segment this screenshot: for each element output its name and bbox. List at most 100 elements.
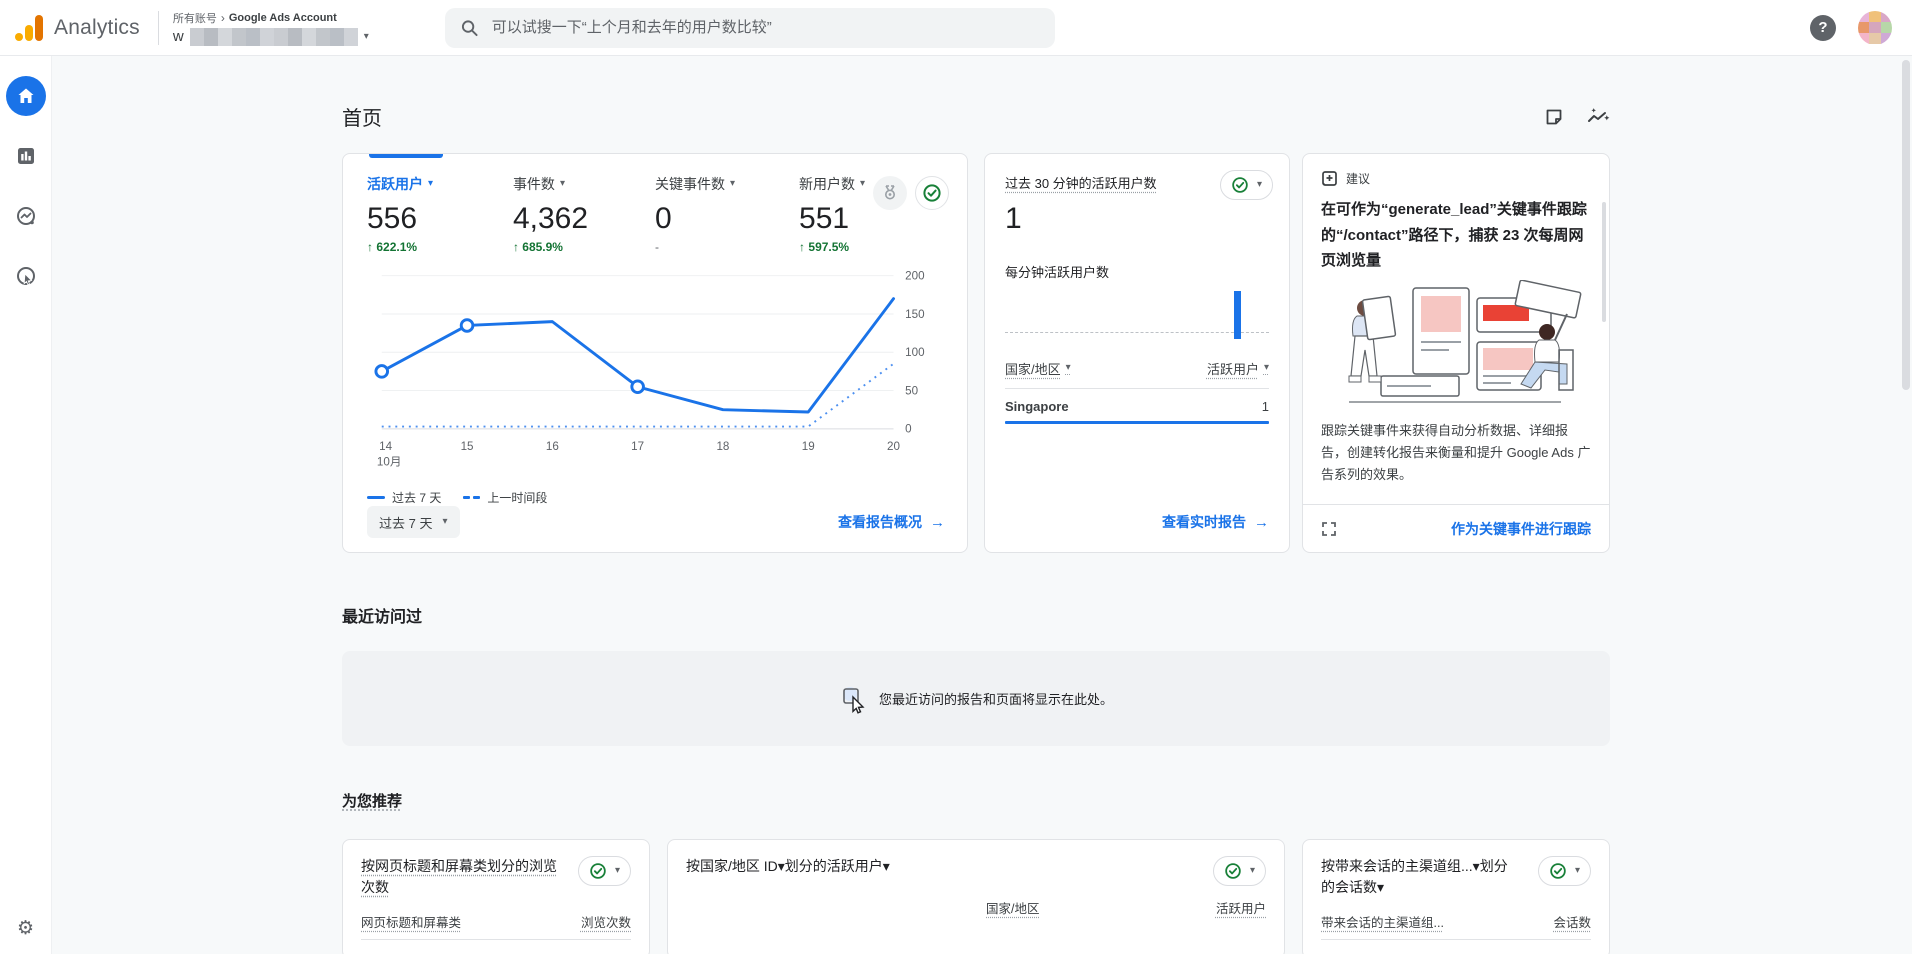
suggestion-illustration (1321, 280, 1589, 412)
suggestion-card: 建议 在可作为“generate_lead”关键事件跟踪的“/contact”路… (1302, 153, 1610, 553)
page-scrollbar[interactable] (1900, 56, 1912, 954)
page-scrollbar-thumb[interactable] (1902, 60, 1910, 390)
arrow-right-icon: → (930, 514, 945, 531)
sidebar-item-advertising[interactable] (6, 256, 46, 296)
realtime-title: 过去 30 分钟的活跃用户数 (1005, 174, 1190, 194)
note-button[interactable] (1544, 107, 1564, 127)
metric-selector-events[interactable]: 事件数 ▾ (513, 174, 655, 194)
sidebar-item-admin[interactable]: ⚙ (17, 917, 34, 940)
data-quality-button[interactable] (915, 176, 949, 210)
sidebar-item-reports[interactable] (6, 136, 46, 176)
property-dropdown-icon: ▾ (364, 32, 369, 42)
dropdown-arrow-icon: ▾ (1575, 866, 1580, 876)
card-title[interactable]: 按带来会话的主渠道组...▾划分的会话数▾ (1321, 856, 1521, 898)
breadcrumb[interactable]: 所有账号 › Google Ads Account (173, 10, 369, 26)
dropdown-arrow-icon: ▾ (615, 866, 620, 876)
card-title: 按网页标题和屏幕类划分的浏览次数 (361, 856, 561, 898)
metric-label: 事件数 (513, 174, 555, 194)
divider (1005, 388, 1269, 389)
metric-value: 4,362 (513, 202, 655, 236)
sidebar-item-explore[interactable] (6, 196, 46, 236)
recommended-section-title: 为您推荐 (342, 790, 402, 811)
gear-icon: ⚙ (17, 918, 34, 939)
divider (1321, 939, 1591, 940)
realtime-dimension-selector[interactable]: 国家/地区▾ (1005, 359, 1071, 378)
metric-delta: ↑ 597.5% (799, 240, 945, 254)
column-header: 国家/地区 (986, 898, 1039, 917)
card-scrollbar-thumb[interactable] (1602, 202, 1606, 322)
metric-label: 新用户数 (799, 174, 855, 194)
data-quality-button[interactable]: ▾ (1213, 856, 1266, 886)
metric-delta: - (655, 240, 799, 254)
arrow-right-icon: → (1254, 514, 1269, 531)
top-app-bar: Analytics 所有账号 › Google Ads Account w ▾ … (0, 0, 1912, 56)
date-range-selector[interactable]: 过去 7 天 ▾ (367, 506, 460, 538)
column-header: 带来会话的主渠道组... (1321, 912, 1444, 931)
data-quality-button[interactable]: ▾ (578, 856, 631, 886)
svg-text:18: 18 (716, 440, 729, 453)
check-circle-icon (589, 862, 607, 880)
svg-text:50: 50 (905, 384, 918, 397)
dropdown-arrow-icon: ▾ (428, 179, 433, 189)
dropdown-arrow-icon: ▾ (730, 179, 735, 189)
benchmarking-button[interactable] (873, 176, 907, 210)
metric-selector-key-events[interactable]: 关键事件数 ▾ (655, 174, 799, 194)
svg-text:17: 17 (631, 440, 644, 453)
cursor-click-icon (839, 684, 869, 714)
advertising-icon (15, 265, 37, 287)
date-range-label: 过去 7 天 (379, 513, 432, 532)
insights-button[interactable] (1586, 107, 1610, 127)
property-selector[interactable]: w ▾ (173, 28, 369, 46)
analytics-logo[interactable]: Analytics (0, 15, 158, 41)
legend-solid-swatch (367, 496, 385, 499)
realtime-active-users-value: 1 (1005, 202, 1269, 236)
column-header: 网页标题和屏幕类 (361, 912, 461, 931)
dropdown-arrow-icon: ▾ (442, 517, 447, 527)
card-title[interactable]: 按国家/地区 ID▾划分的活跃用户▾ (686, 856, 986, 942)
per-minute-bar-chart (1005, 291, 1269, 339)
table-row: Singapore 1 (1005, 399, 1269, 414)
svg-text:19: 19 (802, 440, 815, 453)
svg-text:0: 0 (905, 423, 912, 436)
realtime-metric-selector[interactable]: 活跃用户▾ (1207, 359, 1269, 378)
svg-text:10月: 10月 (377, 456, 402, 469)
view-reports-snapshot-link[interactable]: 查看报告概况→ (838, 512, 945, 532)
metric-value: 556 (367, 202, 513, 236)
track-key-event-link[interactable]: 作为关键事件进行跟踪 (1451, 519, 1591, 539)
dropdown-arrow-icon: ▾ (860, 179, 865, 189)
home-icon (16, 86, 36, 106)
svg-text:20: 20 (887, 440, 900, 453)
sidebar-item-home[interactable] (6, 76, 46, 116)
dropdown-arrow-icon: ▾ (1257, 180, 1262, 190)
check-circle-icon (922, 183, 942, 203)
baseline (1005, 332, 1269, 333)
dropdown-arrow-icon: ▾ (560, 179, 565, 189)
breadcrumb-all-accounts[interactable]: 所有账号 (173, 10, 217, 26)
search-bar[interactable] (445, 8, 1055, 48)
svg-text:100: 100 (905, 346, 925, 359)
avatar[interactable] (1858, 11, 1892, 45)
country-cell: Singapore (1005, 399, 1069, 414)
suggestion-body: 跟踪关键事件来获得自动分析数据、详细报告，创建转化报告来衡量和提升 Google… (1321, 420, 1591, 486)
breadcrumb-chevron-icon: › (221, 12, 225, 24)
svg-text:15: 15 (461, 440, 474, 453)
insights-icon (1586, 107, 1610, 127)
legend-label: 过去 7 天 (392, 489, 441, 506)
check-circle-icon (1224, 862, 1242, 880)
suggestion-badge-label: 建议 (1346, 170, 1370, 187)
metric-selector-active-users[interactable]: 活跃用户 ▾ (367, 174, 513, 194)
view-realtime-link[interactable]: 查看实时报告→ (1162, 512, 1269, 532)
search-input[interactable] (492, 19, 1039, 36)
breadcrumb-account[interactable]: Google Ads Account (229, 12, 337, 24)
account-property-selector[interactable]: 所有账号 › Google Ads Account w ▾ (173, 10, 369, 46)
data-quality-button[interactable]: ▾ (1538, 856, 1591, 886)
expand-icon[interactable] (1321, 521, 1337, 537)
help-icon[interactable]: ? (1810, 15, 1836, 41)
check-circle-icon (1231, 176, 1249, 194)
realtime-data-quality-button[interactable]: ▾ (1220, 170, 1273, 200)
legend-dashed-swatch (463, 496, 480, 499)
metric-value: 0 (655, 202, 799, 236)
column-header: 会话数 (1553, 912, 1591, 931)
recommended-card-sessions-by-channel: 按带来会话的主渠道组...▾划分的会话数▾ ▾ 带来会话的主渠道组... 会话数 (1302, 839, 1610, 954)
main-content: 首页 (52, 56, 1912, 954)
